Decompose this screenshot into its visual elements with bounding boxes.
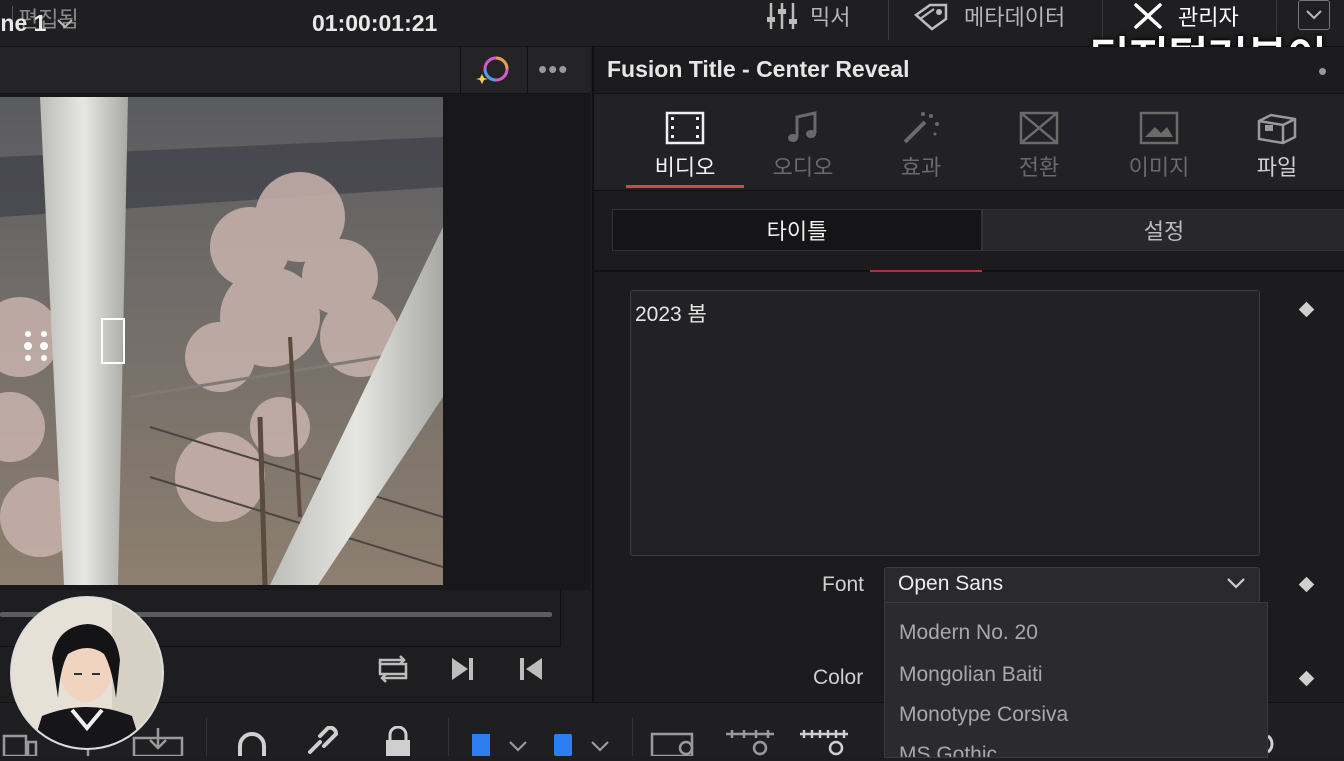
tab-effects[interactable]: 효과 — [862, 108, 980, 182]
magic-wand-icon — [903, 112, 939, 144]
font-option-monotype-corsiva[interactable]: Monotype Corsiva — [899, 703, 1068, 727]
flag-icon — [472, 734, 490, 756]
tab-video-label: 비디오 — [654, 155, 716, 180]
tab-transition-label: 전환 — [1018, 155, 1060, 180]
active-tab-indicator — [626, 185, 744, 188]
marker-icon — [554, 734, 572, 756]
font-label: Font — [822, 573, 865, 596]
section-accent — [870, 270, 982, 272]
timeline-selector[interactable]: ine 1 — [0, 10, 74, 37]
chevron-down-icon — [57, 18, 74, 28]
tab-video[interactable]: 비디오 — [626, 108, 744, 182]
video-preview[interactable] — [0, 97, 443, 585]
chevron-down-icon — [1226, 576, 1246, 595]
link-icon — [308, 725, 338, 754]
clip-icon — [2, 734, 38, 758]
presenter-webcam — [10, 596, 164, 750]
tab-effects-label: 효과 — [900, 155, 942, 180]
mixer-icon — [767, 3, 797, 29]
tab-image-label: 이미지 — [1128, 155, 1190, 180]
flag-dropdown[interactable] — [508, 726, 528, 758]
loop-icon — [378, 655, 408, 683]
chevron-down-icon — [1306, 10, 1322, 20]
divider — [632, 718, 633, 756]
color-fx-icon — [476, 56, 509, 84]
zoom-full-icon — [650, 732, 694, 758]
chevron-down-icon — [591, 741, 609, 752]
subtab-title[interactable]: 타이틀 — [612, 209, 982, 251]
subtab-settings[interactable]: 설정 — [982, 209, 1344, 251]
file-stack-icon — [1257, 113, 1297, 145]
skip-backward-icon — [520, 658, 542, 680]
film-icon — [665, 111, 705, 145]
tab-file-label: 파일 — [1256, 155, 1298, 180]
music-note-icon — [788, 111, 817, 142]
inspector-options-button[interactable]: • — [1318, 56, 1327, 87]
zoom-full-button[interactable] — [650, 726, 700, 758]
timeline-name: ine 1 — [0, 10, 47, 36]
loop-button[interactable] — [374, 652, 412, 686]
title-text-input[interactable] — [630, 290, 1260, 556]
title-text-value: 2023 봄 — [635, 303, 707, 326]
color-fx-button[interactable] — [476, 54, 512, 86]
clip-mode-button[interactable] — [2, 726, 38, 758]
tab-file[interactable]: 파일 — [1218, 108, 1336, 182]
mixer-label: 믹서 — [810, 5, 851, 30]
lock-button[interactable] — [382, 725, 414, 758]
viewer-options-button[interactable]: ••• — [538, 54, 568, 85]
divider — [448, 718, 449, 756]
transition-icon — [1019, 111, 1059, 145]
zoom-custom-button[interactable] — [798, 726, 850, 758]
marker-button[interactable] — [552, 726, 574, 758]
metadata-label: 메타데이터 — [964, 5, 1066, 30]
magnet-icon — [238, 732, 266, 756]
video-frame-image — [0, 97, 443, 585]
tab-transition[interactable]: 전환 — [980, 108, 1098, 182]
inspector-title: Fusion Title - Center Reveal — [607, 56, 910, 82]
divider — [206, 718, 207, 756]
timecode: 01:00:01:21 — [312, 10, 438, 36]
color-label: Color — [813, 666, 864, 689]
zoom-detail-button[interactable] — [724, 726, 776, 758]
chevron-down-icon — [509, 741, 527, 752]
zoom-custom-icon — [800, 730, 848, 756]
flag-button[interactable] — [470, 726, 492, 758]
skip-forward-icon — [452, 658, 473, 680]
tab-image[interactable]: 이미지 — [1100, 108, 1218, 182]
image-icon — [1139, 111, 1179, 145]
divider — [460, 47, 461, 93]
mixer-button[interactable]: 믹서 — [766, 0, 850, 32]
next-clip-button[interactable] — [450, 652, 476, 686]
overwrite-button[interactable] — [132, 726, 184, 758]
lock-icon — [386, 725, 410, 756]
snapping-button[interactable] — [234, 726, 270, 758]
font-select-value: Open Sans — [898, 572, 1004, 595]
tag-icon — [913, 3, 948, 31]
linked-selection-button[interactable] — [306, 725, 344, 758]
overwrite-icon — [132, 728, 184, 758]
font-option-modern-no-20[interactable]: Modern No. 20 — [899, 621, 1038, 645]
divider — [888, 0, 889, 40]
presenter-photo — [12, 598, 162, 748]
font-dropdown-menu: Modern No. 20 Mongolian Baiti Monotype C… — [884, 602, 1268, 758]
zoom-detail-icon — [726, 730, 774, 756]
tab-audio-label: 오디오 — [772, 155, 834, 180]
previous-clip-button[interactable] — [518, 652, 544, 686]
marker-dropdown[interactable] — [590, 726, 610, 758]
divider — [527, 47, 528, 93]
tab-audio[interactable]: 오디오 — [744, 108, 862, 182]
metadata-button[interactable]: 메타데이터 — [912, 0, 1065, 32]
font-option-mongolian-baiti[interactable]: Mongolian Baiti — [899, 663, 1043, 687]
